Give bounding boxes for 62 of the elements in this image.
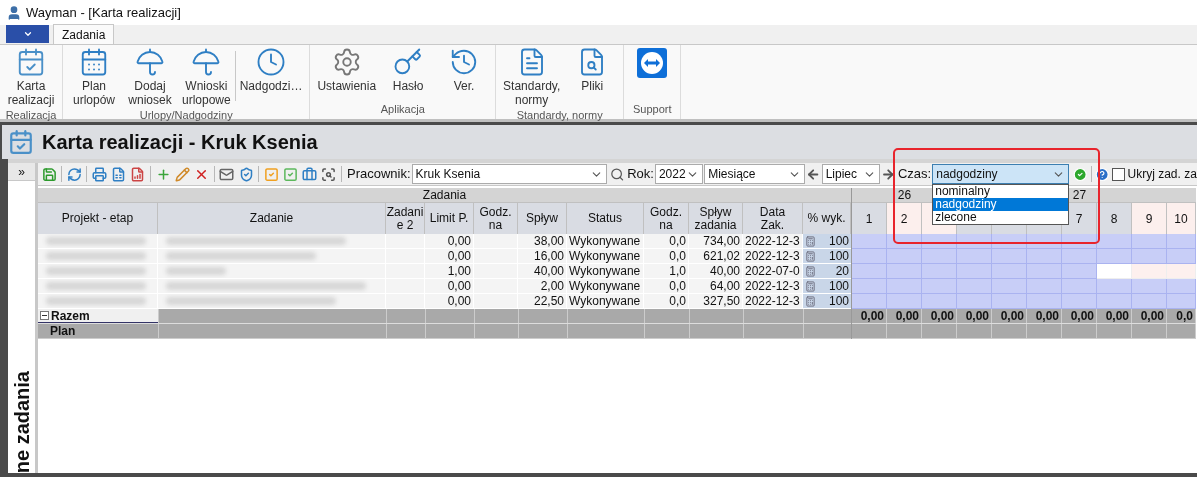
table-cell-text: 0,00	[446, 249, 472, 263]
time-label: Czas:	[898, 165, 932, 184]
table-cell-text: 327,50	[702, 294, 741, 308]
table-cell-text: 0,00	[446, 234, 472, 248]
table-cell-text: 1,0	[668, 264, 687, 278]
table-cell-text: 1,00	[446, 264, 472, 278]
table-cell-text: 2022-12-3	[744, 234, 801, 248]
total-cell-text: 0,00	[1000, 308, 1024, 325]
panel-title: ne zadania	[9, 370, 34, 473]
total-cell-text: 0,00	[1035, 308, 1059, 325]
table-cell-text: 40,00	[532, 264, 565, 278]
total-cell-text: 0,0	[1176, 308, 1193, 325]
table-cell-text: 100	[828, 278, 849, 295]
total-cell-text: 0,00	[965, 308, 989, 325]
table-cell-text: 0,00	[446, 279, 472, 293]
total-cell-text: 0,00	[860, 308, 884, 325]
table-cell-text: 38,00	[532, 234, 565, 248]
table-cell-text: 734,00	[702, 234, 741, 248]
row-label: Plan	[50, 323, 76, 340]
table-cell-text: 100	[828, 293, 849, 310]
ribbon-group-label: Support	[632, 101, 673, 117]
total-cell-text: 0,00	[930, 308, 954, 325]
ribbon-group-label: Urlopy/Nadgodziny	[138, 108, 234, 123]
table-cell-text: 20	[835, 263, 849, 280]
table-cell-text: 2022-12-3	[744, 279, 801, 293]
table-cell-text: 621,02	[702, 249, 741, 263]
week-number: 26	[897, 188, 912, 202]
table-cell-text: 2022-12-3	[744, 294, 801, 308]
document-title: Karta realizacji - Kruk Ksenia	[42, 130, 318, 155]
table-cell-text: 2022-07-0	[744, 264, 801, 278]
table-cell-text: 100	[828, 233, 849, 250]
table-cell-text: Wykonywane	[568, 294, 642, 308]
table-cell-text: Wykonywane	[568, 234, 642, 248]
week-number: 27	[1072, 188, 1087, 202]
ribbon-group-label: Realizacja	[4, 108, 58, 123]
table-cell-text: 0,0	[668, 234, 687, 248]
table-cell-text: 2022-12-3	[744, 249, 801, 263]
table-cell-text: 2,00	[539, 279, 565, 293]
total-cell-text: 0,00	[1070, 308, 1094, 325]
total-cell-text: 0,00	[1140, 308, 1164, 325]
table-cell-text: 100	[828, 248, 849, 265]
employee-label: Pracownik:	[347, 165, 411, 184]
year-label: Rok:	[627, 165, 654, 184]
table-cell-text: 0,0	[668, 294, 687, 308]
table-cell-text: 0,0	[668, 279, 687, 293]
ribbon-group-label: Standardy, normy	[515, 108, 604, 123]
table-cell-text: 40,00	[708, 264, 741, 278]
group-header: Zadania	[38, 188, 851, 203]
hide-label: Ukryj zad. za	[1127, 166, 1197, 183]
ribbon-group-label: Aplikacja	[379, 101, 426, 117]
table-cell-text: 0,00	[446, 294, 472, 308]
table-cell-text: 0,0	[668, 249, 687, 263]
table-cell-text: 22,50	[532, 294, 565, 308]
table-cell-text: 64,00	[708, 279, 741, 293]
window-title: Wayman - [Karta realizacji]	[26, 3, 181, 22]
row-label: Razem	[51, 307, 90, 325]
table-cell-text: 16,00	[532, 249, 565, 263]
table-cell-text: Wykonywane	[568, 279, 642, 293]
total-cell-text: 0,00	[895, 308, 919, 325]
table-cell-text: Wykonywane	[568, 264, 642, 278]
total-cell-text: 0,00	[1105, 308, 1129, 325]
table-cell-text: Wykonywane	[568, 249, 642, 263]
